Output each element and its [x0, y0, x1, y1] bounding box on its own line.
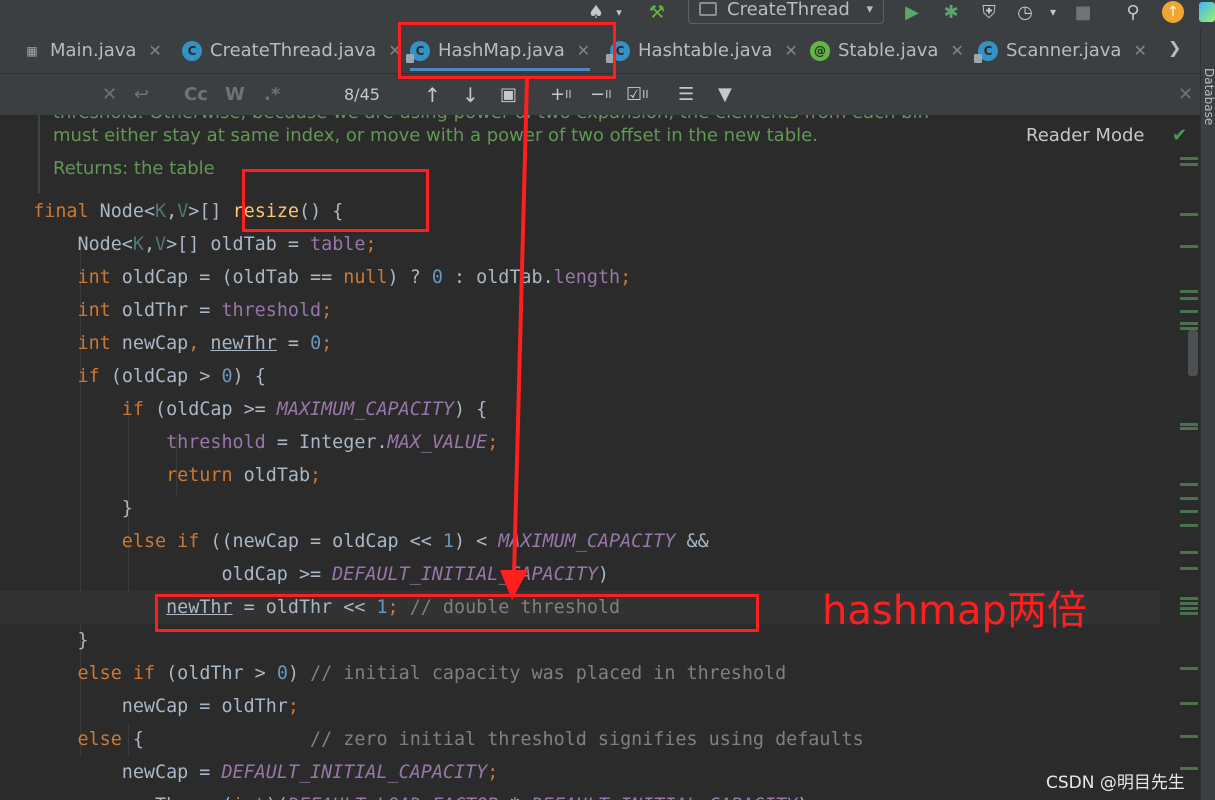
annotation-arrow [500, 78, 529, 600]
annotation-label: hashmap两倍 [822, 588, 1087, 634]
watermark: CSDN @明目先生 [1046, 773, 1185, 793]
